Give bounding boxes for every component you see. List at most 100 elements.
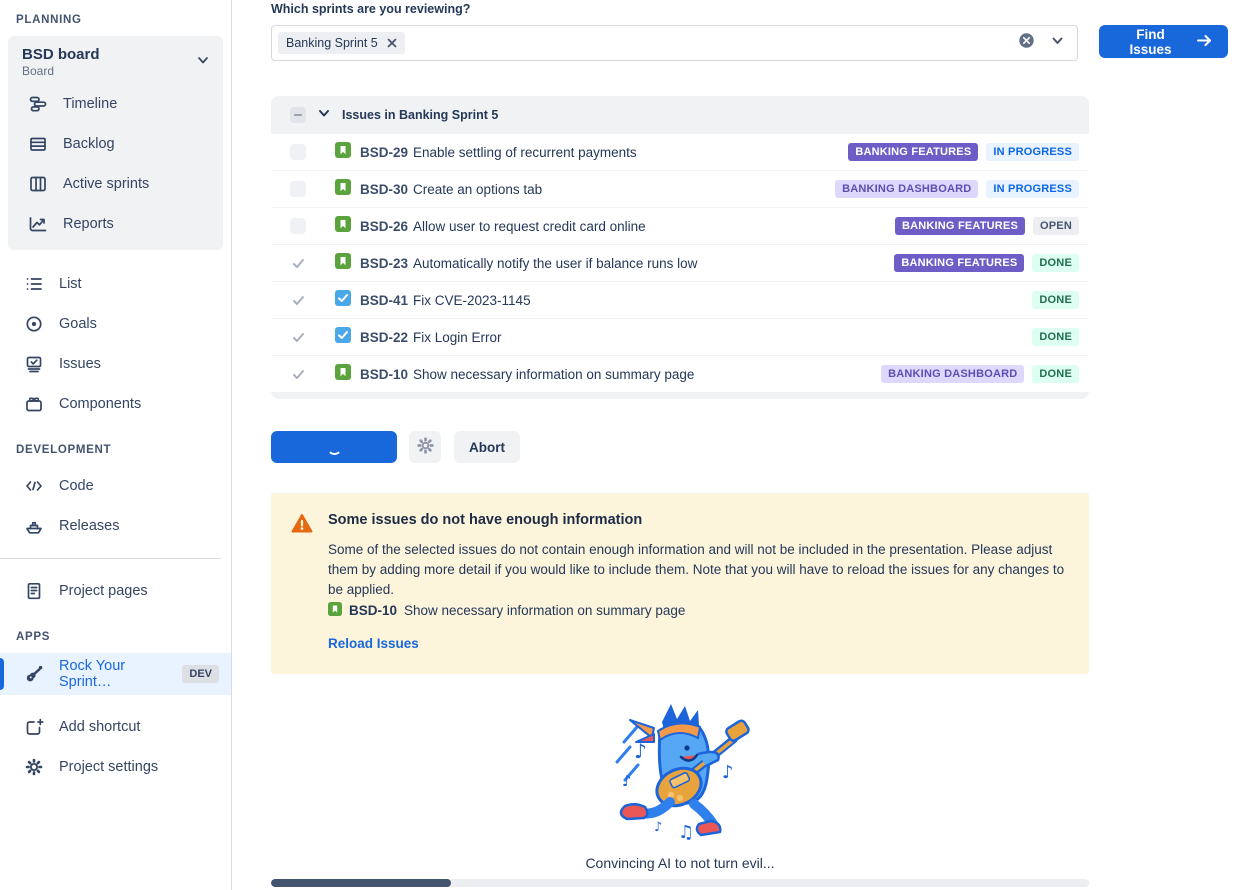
status-badge: DONE [1032,328,1079,346]
issue-key: BSD-10 [360,367,408,382]
backlog-icon [28,134,48,154]
sidebar-item-rock-your-sprint[interactable]: Rock Your Sprint… DEV [0,653,231,695]
issue-row[interactable]: BSD-22 Fix Login Error DONE [271,319,1089,355]
issue-checkbox-checked[interactable] [290,329,306,345]
status-badge: OPEN [1033,217,1079,235]
sidebar-item-timeline[interactable]: Timeline [12,84,219,124]
sidebar-item-goals[interactable]: Goals [0,304,231,344]
loading-caption: Convincing AI to not turn evil... [271,855,1089,871]
chevron-down-icon[interactable] [1050,33,1065,53]
warning-issue-title: Show necessary information on summary pa… [404,603,685,618]
sprint-question-label: Which sprints are you reviewing? [271,2,1228,16]
find-issues-label: Find Issues [1114,27,1187,57]
issue-checkbox[interactable] [290,218,306,234]
sidebar-item-label: Goals [59,316,97,332]
issue-checkbox[interactable] [290,181,306,197]
issue-key: BSD-30 [360,182,408,197]
epic-badge: BANKING DASHBOARD [835,180,978,198]
warning-body: Some of the selected issues do not conta… [328,540,1068,600]
board-card: BSD board Board Timeline Backlog [8,36,223,250]
story-icon [335,364,351,385]
sidebar-item-active-sprints[interactable]: Active sprints [12,164,219,204]
sprint-multiselect[interactable]: Banking Sprint 5 [271,25,1078,61]
sidebar-item-reports[interactable]: Reports [12,204,219,244]
issue-row[interactable]: BSD-41 Fix CVE-2023-1145 DONE [271,282,1089,318]
list-icon [24,274,44,294]
timeline-icon [28,94,48,114]
issue-key: BSD-41 [360,293,408,308]
remove-sprint-icon[interactable] [387,38,397,48]
sidebar-item-add-shortcut[interactable]: Add shortcut [0,707,231,747]
issues-icon [24,354,44,374]
gear-icon [416,436,435,458]
issue-checkbox-checked[interactable] [290,255,306,271]
issue-row[interactable]: BSD-29 Enable settling of recurrent paym… [271,134,1089,170]
sidebar-item-code[interactable]: Code [0,466,231,506]
guitar-icon [24,664,44,684]
issues-panel-header[interactable]: Issues in Banking Sprint 5 [271,96,1089,134]
issue-checkbox-checked[interactable] [290,292,306,308]
sidebar-item-project-settings[interactable]: Project settings [0,747,231,787]
issue-checkbox-checked[interactable] [290,366,306,382]
find-issues-button[interactable]: Find Issues [1099,25,1228,58]
issue-row[interactable]: BSD-30 Create an options tab BANKING DAS… [271,171,1089,207]
spinner-icon [327,440,342,455]
issue-checkbox[interactable] [290,144,306,160]
story-icon [335,142,351,163]
story-icon [335,253,351,274]
sidebar-item-label: Issues [59,356,101,372]
sidebar-item-releases[interactable]: Releases [0,506,231,546]
epic-badge: BANKING FEATURES [894,254,1024,272]
project-sidebar: PLANNING BSD board Board Timeline [0,0,232,890]
epic-badge: BANKING FEATURES [848,143,978,161]
issue-row[interactable]: BSD-26 Allow user to request credit card… [271,208,1089,244]
board-switcher[interactable]: BSD board Board [12,46,219,84]
reload-issues-link[interactable]: Reload Issues [328,636,419,651]
story-icon [335,179,351,200]
issue-title: Enable settling of recurrent payments [413,145,637,160]
svg-text:♪: ♪ [654,820,662,835]
sidebar-item-components[interactable]: Components [0,384,231,424]
settings-button[interactable] [409,431,441,463]
issue-key: BSD-22 [360,330,408,345]
generate-button-loading[interactable] [271,431,397,463]
warning-title: Some issues do not have enough informati… [328,512,1068,528]
collapse-chevron-icon[interactable] [317,106,331,125]
issue-row[interactable]: BSD-10 Show necessary information on sum… [271,356,1089,392]
board-subtitle: Board [22,64,195,78]
issues-panel: Issues in Banking Sprint 5 BSD-29 Enable… [271,96,1089,399]
status-badge: IN PROGRESS [986,143,1079,161]
sidebar-item-list[interactable]: List [0,264,231,304]
ship-icon [24,516,44,536]
epic-badge: BANKING DASHBOARD [881,365,1024,383]
board-columns-icon [28,174,48,194]
sidebar-divider [0,558,221,559]
warning-issue-key: BSD-10 [349,603,397,618]
sidebar-item-backlog[interactable]: Backlog [12,124,219,164]
sidebar-item-label: Components [59,396,141,412]
warning-triangle-icon [291,512,313,653]
arrow-right-icon [1196,33,1213,51]
code-icon [24,476,44,496]
active-indicator-bar [0,658,4,690]
abort-button[interactable]: Abort [454,431,520,463]
target-icon [24,314,44,334]
sidebar-item-label: Project settings [59,759,158,775]
sidebar-item-label: Releases [59,518,119,534]
reports-chart-icon [28,214,48,234]
sidebar-item-label: Active sprints [63,176,149,192]
issue-key: BSD-23 [360,256,408,271]
progress-fill [271,879,451,887]
issue-title: Show necessary information on summary pa… [413,367,694,382]
warning-issue-line: BSD-10 Show necessary information on sum… [328,602,1068,619]
dev-badge: DEV [182,665,219,683]
svg-text:♫: ♫ [678,822,694,843]
sidebar-item-issues[interactable]: Issues [0,344,231,384]
issues-panel-title: Issues in Banking Sprint 5 [342,108,498,122]
clear-select-icon[interactable] [1018,32,1035,54]
select-all-checkbox[interactable] [290,107,306,123]
issue-row[interactable]: BSD-23 Automatically notify the user if … [271,245,1089,281]
sidebar-item-project-pages[interactable]: Project pages [0,571,231,611]
sprint-tag-label: Banking Sprint 5 [286,36,378,50]
issue-title: Create an options tab [413,182,542,197]
